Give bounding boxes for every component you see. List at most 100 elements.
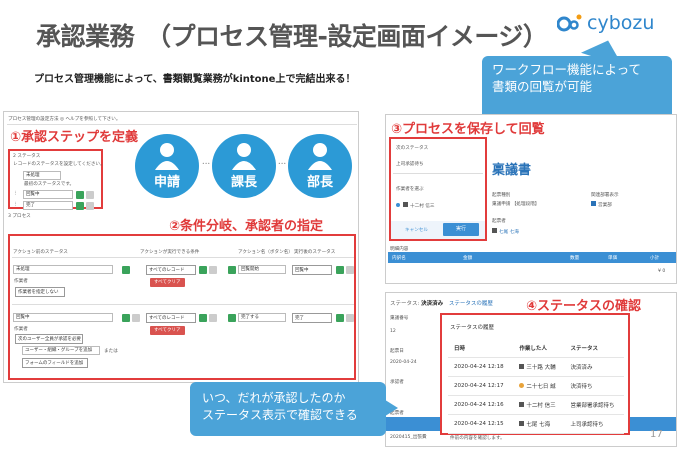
history-person: 十二村 信三 xyxy=(513,395,565,415)
bubble-line-1: いつ、だれが承認したのか xyxy=(202,391,346,405)
row2-remove-button[interactable] xyxy=(132,314,140,322)
row1-clear-button[interactable]: すべてクリア xyxy=(150,278,185,287)
field2-value: 営業部 xyxy=(591,201,612,208)
execute-button[interactable]: 実行 xyxy=(443,223,479,236)
status-history-link[interactable]: ステータスの履歴 xyxy=(449,301,493,307)
page-subtitle: プロセス管理機能によって、書類観覧業務がkintone上で完結出来る！ xyxy=(34,74,356,85)
assignee-option[interactable]: 十二村 信三 xyxy=(396,202,434,209)
section2-label: 2 ステータス xyxy=(13,154,41,159)
side-label-0: 稟議番号 xyxy=(390,316,409,321)
history-time: 2020-04-24 12:15 xyxy=(448,414,514,434)
history-table: 日時 作業した人 ステータス 2020-04-24 12:18 三十路 大輔 決… xyxy=(448,339,624,434)
status-history-panel: ステータス: 決済済み ステータスの履歴 ④ステータスの確認 稟議番号 12 起… xyxy=(385,292,677,447)
history-th-status: ステータス xyxy=(564,339,624,358)
row1-after-remove[interactable] xyxy=(346,266,354,274)
row1-after-select[interactable]: 回覧中 xyxy=(292,265,332,275)
history-status: 上司承認待ち xyxy=(564,414,624,434)
role-department-manager: 部長 xyxy=(288,134,352,198)
status-first-input[interactable]: 未処理 xyxy=(23,171,61,180)
callout-line-1: ワークフロー機能によって xyxy=(492,62,642,77)
help-link[interactable]: プロセス管理の設定方法 ◎ ヘルプを参照して下さい。 xyxy=(8,116,120,122)
row2-cond-remove[interactable] xyxy=(209,314,217,322)
step2-label: ②条件分岐、承認者の指定 xyxy=(169,219,324,234)
row2-action-input[interactable]: 完了する xyxy=(238,313,286,322)
remove-status-button-2[interactable] xyxy=(86,202,94,210)
row1-after-add[interactable] xyxy=(336,266,344,274)
row1-cond-add[interactable] xyxy=(199,266,207,274)
row1-assignee-select[interactable]: 作業者を指定しない xyxy=(15,287,65,297)
field3-label: 起票者 xyxy=(492,219,506,224)
row1-action-input[interactable]: 回覧開始 xyxy=(238,265,286,274)
row1-status-input[interactable]: 未処理 xyxy=(13,265,113,274)
detail-table-header: 内訳名 金額 数量 単価 小計 xyxy=(388,252,676,263)
dots-2: ••• xyxy=(278,162,287,167)
history-status: 決済待ち xyxy=(564,376,624,396)
row2-cond-add[interactable] xyxy=(199,314,207,322)
row2-status-input[interactable]: 回覧中 xyxy=(13,313,113,322)
doc-title: 稟議書 xyxy=(492,163,532,178)
radio-selected-icon xyxy=(396,203,400,207)
add-status-button-2[interactable] xyxy=(76,202,84,210)
bubble-line-2: ステータス表示で確認できる xyxy=(202,408,358,422)
row2-after-remove[interactable] xyxy=(346,314,354,322)
col-header-condition: アクションが実行できる条件 xyxy=(140,250,200,255)
row2-action-add[interactable] xyxy=(228,314,236,322)
status-first-note: 最初のステータスです。 xyxy=(24,182,75,187)
col-header-after: 実行後のステータス xyxy=(294,250,336,255)
status-row-1-handle[interactable]: ⋮ xyxy=(13,191,18,196)
th-amount: 金額 xyxy=(463,256,473,261)
status-row-1-input[interactable]: 回覧中 xyxy=(23,190,73,199)
process-settings-panel: プロセス管理の設定方法 ◎ ヘルプを参照して下さい。 ①承認ステップを定義 2 … xyxy=(3,111,359,383)
field2-value-text: 営業部 xyxy=(598,203,612,208)
row2-user-input[interactable]: ユーザー・組織・グループを追加 xyxy=(22,346,100,355)
row2-after-add[interactable] xyxy=(336,314,344,322)
assignee-name: 十二村 信三 xyxy=(410,204,435,209)
row1-cond-remove[interactable] xyxy=(209,266,217,274)
side-label-3: 2020-04-24 xyxy=(390,360,417,365)
history-person: 三十路 大輔 xyxy=(513,357,565,377)
row1-add-button[interactable] xyxy=(122,266,130,274)
role-section-manager: 課長 xyxy=(212,134,276,198)
side-label-6: 2020415_出張費 xyxy=(390,435,427,440)
assignee-label: 作業者を選ぶ xyxy=(396,187,424,192)
row2-add-button[interactable] xyxy=(122,314,130,322)
table-row: 2020-04-24 12:18 三十路 大輔 決済済み xyxy=(448,357,624,377)
history-person-name: 十二村 信三 xyxy=(526,403,556,409)
step4-label: ④ステータスの確認 xyxy=(526,299,642,314)
row1-condition-select[interactable]: すべてのレコード xyxy=(146,265,196,275)
history-person-name: 三十路 大輔 xyxy=(526,365,556,371)
side-label-4: 承認者 xyxy=(390,380,404,385)
process-rules-box: アクション前のステータス アクションが実行できる条件 アクション名（ボタン名） … xyxy=(8,234,356,380)
role-label: 申請 xyxy=(153,175,180,190)
row2-after-select[interactable]: 完了 xyxy=(292,313,332,323)
history-person: 七尾 七海 xyxy=(513,414,565,434)
status-row-2-handle[interactable]: ⋮ xyxy=(13,202,18,207)
history-status: 決済済み xyxy=(564,357,624,377)
avatar xyxy=(519,383,525,388)
table-row: 2020-04-24 12:17 二十七日 誠 決済待ち xyxy=(448,376,624,396)
status-row-2-input[interactable]: 完了 xyxy=(23,201,73,210)
side-label-1: 12 xyxy=(390,329,396,334)
row2-assignee-select[interactable]: 次のユーザー全員が承認を必要 xyxy=(15,334,83,344)
history-time: 2020-04-24 12:18 xyxy=(448,357,514,377)
field1-value: 稟議申請 【処理段階】 xyxy=(492,202,540,207)
cancel-button[interactable]: キャンセル xyxy=(405,227,428,233)
col-header-action: アクション名（ボタン名） xyxy=(238,250,293,255)
status-definition-box: 2 ステータス レコードのステータスを設定してください。 未処理 最初のステータ… xyxy=(8,149,105,210)
row2-condition-select[interactable]: すべてのレコード xyxy=(146,313,196,323)
remove-status-button[interactable] xyxy=(86,191,94,199)
dots-1: ••• xyxy=(202,162,211,167)
cybozu-logo-icon xyxy=(557,14,582,32)
record-save-panel: ③プロセスを保存して回覧 稟議書 起票種別 稟議申請 【処理段階】 関連部署表示… xyxy=(385,114,677,284)
status-dialog: 次のステータス 上司承認待ち 作業者を選ぶ 十二村 信三 キャンセル 実行 xyxy=(389,137,487,241)
add-status-button[interactable] xyxy=(76,191,84,199)
avatar xyxy=(519,402,525,407)
history-person-name: 七尾 七海 xyxy=(526,422,551,428)
th-subtotal: 小計 xyxy=(650,256,660,261)
row2-clear-button[interactable]: すべてクリア xyxy=(150,326,185,335)
row2-field-select[interactable]: フォームのフィールドを追加 xyxy=(22,358,88,368)
row1-action-add[interactable] xyxy=(228,266,236,274)
history-th-person: 作業した人 xyxy=(513,339,565,358)
history-status: 営業部署承認待ち xyxy=(564,395,624,415)
side-label-2: 起票日 xyxy=(390,349,404,354)
